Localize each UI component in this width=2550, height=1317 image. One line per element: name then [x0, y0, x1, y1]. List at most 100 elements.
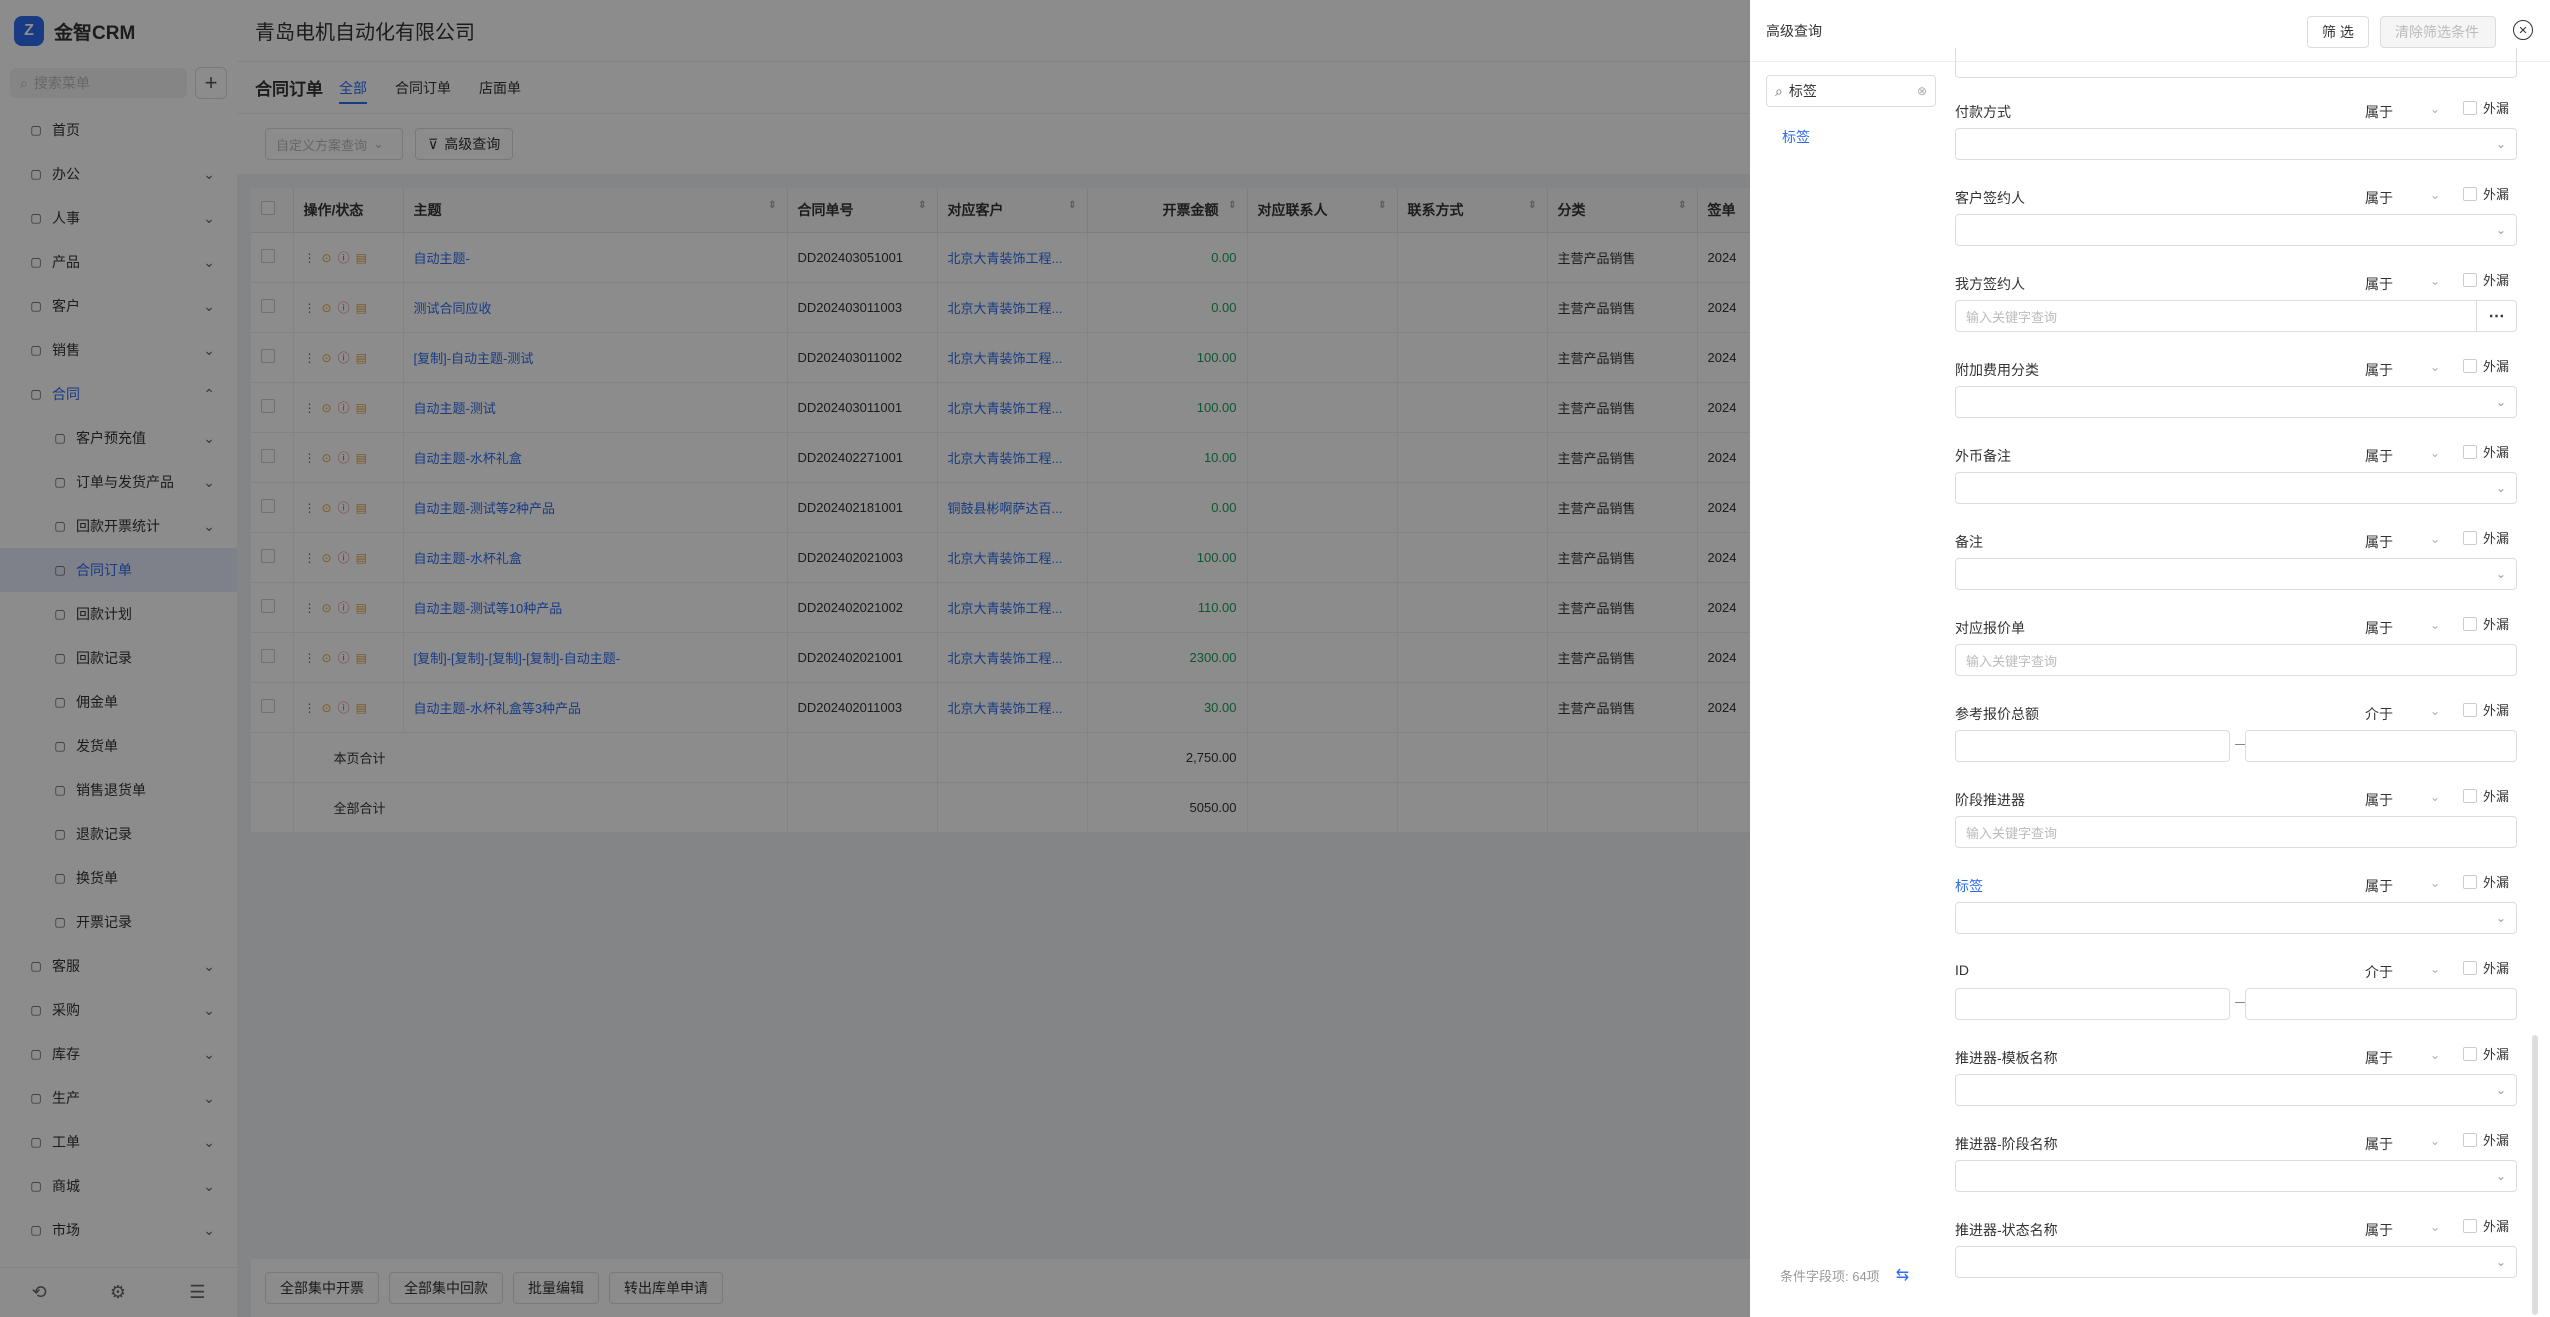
include-empty-checkbox[interactable]: 外漏: [2463, 1216, 2509, 1235]
operator-select[interactable]: 属于 ⌄: [2365, 1048, 2440, 1068]
filter-value-input[interactable]: 输入关键字查询 ⋯: [1955, 300, 2517, 332]
operator-select[interactable]: 属于 ⌄: [2365, 274, 2440, 294]
filter-label: 我方签约人: [1955, 276, 2025, 292]
include-empty-checkbox[interactable]: 外漏: [2463, 700, 2509, 719]
more-options-icon[interactable]: ⋯: [2476, 301, 2516, 331]
filter-field: 备注 属于 ⌄ 外漏 ⌄: [1955, 512, 2517, 598]
filter-field: 推进器-状态名称 属于 ⌄ 外漏 ⌄: [1955, 1200, 2517, 1286]
operator-select[interactable]: 介于 ⌄: [2365, 962, 2440, 982]
filter-label: 推进器-模板名称: [1955, 1050, 2058, 1066]
include-empty-checkbox[interactable]: 外漏: [2463, 184, 2509, 203]
filter-value-input[interactable]: ⌄: [1955, 1074, 2517, 1106]
filter-field: 推进器-模板名称 属于 ⌄ 外漏 ⌄: [1955, 1028, 2517, 1114]
filter-value-input[interactable]: ⌄: [1955, 472, 2517, 504]
range-max-input[interactable]: [2245, 730, 2517, 762]
chevron-down-icon: ⌄: [2430, 790, 2441, 804]
drawer-title: 高级查询: [1766, 22, 1822, 39]
filter-field: 标签 属于 ⌄ 外漏 ⌄: [1955, 856, 2517, 942]
field-count: 条件字段项: 64项: [1780, 1268, 1880, 1284]
include-empty-checkbox[interactable]: 外漏: [2463, 1044, 2509, 1063]
filter-value-input[interactable]: ⌄: [1955, 128, 2517, 160]
operator-select[interactable]: 属于 ⌄: [2365, 1134, 2440, 1154]
chevron-down-icon: ⌄: [2430, 446, 2441, 460]
filter-field: ID 介于 ⌄ 外漏: [1955, 942, 2517, 1028]
filter-label: 阶段推进器: [1955, 792, 2025, 808]
chevron-down-icon: ⌄: [2430, 274, 2441, 288]
chevron-down-icon: ⌄: [2495, 911, 2506, 925]
operator-select[interactable]: 介于 ⌄: [2365, 704, 2440, 724]
filter-label: 推进器-阶段名称: [1955, 1136, 2058, 1152]
operator-select[interactable]: 属于 ⌄: [2365, 446, 2440, 466]
chevron-down-icon: ⌄: [2495, 223, 2506, 237]
operator-select[interactable]: 属于 ⌄: [2365, 1220, 2440, 1240]
include-empty-checkbox[interactable]: 外漏: [2463, 786, 2509, 805]
filter-button[interactable]: 筛 选: [2307, 16, 2369, 48]
filter-value-input[interactable]: ⌄: [1955, 558, 2517, 590]
chevron-down-icon: ⌄: [2430, 704, 2441, 718]
filter-value-input[interactable]: 输入关键字查询: [1955, 816, 2517, 848]
chevron-down-icon: ⌄: [2495, 1083, 2506, 1097]
filter-label: 付款方式: [1955, 104, 2011, 120]
filter-field: 我方签约人 属于 ⌄ 外漏输入关键字查询 ⋯: [1955, 254, 2517, 340]
chevron-down-icon: ⌄: [2495, 395, 2506, 409]
chevron-down-icon: ⌄: [2430, 188, 2441, 202]
chevron-down-icon: ⌄: [2430, 1134, 2441, 1148]
filter-field: 客户签约人 属于 ⌄ 外漏 ⌄: [1955, 168, 2517, 254]
filter-fields: 付款方式 属于 ⌄ 外漏 ⌄ 客户签约人 属于 ⌄ 外漏 ⌄ 我方签约人 属于 ⌄ 外漏 输入关键字查询 ⋯ 附…: [1955, 48, 2517, 1286]
filter-label: 客户签约人: [1955, 190, 2025, 206]
filter-value-input[interactable]: ⌄: [1955, 214, 2517, 246]
filter-value-input[interactable]: ⌄: [1955, 1246, 2517, 1278]
filter-value-input[interactable]: ⌄: [1955, 902, 2517, 934]
include-empty-checkbox[interactable]: 外漏: [2463, 356, 2509, 375]
filter-field: 参考报价总额 介于 ⌄ 外漏: [1955, 684, 2517, 770]
operator-select[interactable]: 属于 ⌄: [2365, 102, 2440, 122]
chevron-down-icon: ⌄: [2430, 532, 2441, 546]
chevron-down-icon: ⌄: [2430, 360, 2441, 374]
include-empty-checkbox[interactable]: 外漏: [2463, 98, 2509, 117]
filter-field: 附加费用分类 属于 ⌄ 外漏 ⌄: [1955, 340, 2517, 426]
operator-select[interactable]: 属于 ⌄: [2365, 360, 2440, 380]
filter-label: 参考报价总额: [1955, 706, 2039, 722]
modal-overlay[interactable]: [0, 0, 1750, 1317]
include-empty-checkbox[interactable]: 外漏: [2463, 872, 2509, 891]
filter-field: 对应报价单 属于 ⌄ 外漏输入关键字查询: [1955, 598, 2517, 684]
include-empty-checkbox[interactable]: 外漏: [2463, 614, 2509, 633]
clear-filters-button[interactable]: 清除筛选条件: [2380, 16, 2496, 48]
filter-label: 附加费用分类: [1955, 362, 2039, 378]
chevron-down-icon: ⌄: [2430, 1048, 2441, 1062]
advanced-query-drawer: 高级查询 筛 选 清除筛选条件 ✕ ⌕ 标签 ⊗ 标签 付款方式 属于 ⌄ 外漏 ⌄ 客户…: [1750, 0, 2550, 1317]
chevron-down-icon: ⌄: [2430, 618, 2441, 632]
chevron-down-icon: ⌄: [2495, 567, 2506, 581]
field-result-tag[interactable]: 标签: [1766, 127, 1936, 147]
include-empty-checkbox[interactable]: 外漏: [2463, 1130, 2509, 1149]
include-empty-checkbox[interactable]: 外漏: [2463, 270, 2509, 289]
filter-field: 付款方式 属于 ⌄ 外漏 ⌄: [1955, 82, 2517, 168]
scrollbar[interactable]: [2532, 1035, 2538, 1315]
include-empty-checkbox[interactable]: 外漏: [2463, 442, 2509, 461]
operator-select[interactable]: 属于 ⌄: [2365, 532, 2440, 552]
field-settings-icon[interactable]: ⇆: [1896, 1265, 1909, 1285]
filter-field: 阶段推进器 属于 ⌄ 外漏输入关键字查询: [1955, 770, 2517, 856]
filter-value-input[interactable]: ⌄: [1955, 386, 2517, 418]
clear-icon[interactable]: ⊗: [1917, 84, 1927, 98]
filter-field: 外币备注 属于 ⌄ 外漏 ⌄: [1955, 426, 2517, 512]
filter-label: 备注: [1955, 534, 1983, 550]
close-icon[interactable]: ✕: [2513, 20, 2533, 40]
operator-select[interactable]: 属于 ⌄: [2365, 790, 2440, 810]
filter-label: 对应报价单: [1955, 620, 2025, 636]
chevron-down-icon: ⌄: [2430, 1220, 2441, 1234]
operator-select[interactable]: 属于 ⌄: [2365, 188, 2440, 208]
range-max-input[interactable]: [2245, 988, 2517, 1020]
operator-select[interactable]: 属于 ⌄: [2365, 618, 2440, 638]
range-min-input[interactable]: [1955, 730, 2230, 762]
range-min-input[interactable]: [1955, 988, 2230, 1020]
field-search-input[interactable]: ⌕ 标签 ⊗: [1766, 75, 1936, 107]
include-empty-checkbox[interactable]: 外漏: [2463, 528, 2509, 547]
chevron-down-icon: ⌄: [2495, 137, 2506, 151]
filter-value-input[interactable]: 输入关键字查询: [1955, 644, 2517, 676]
filter-label: ID: [1955, 962, 1969, 978]
chevron-down-icon: ⌄: [2430, 962, 2441, 976]
filter-value-input[interactable]: ⌄: [1955, 1160, 2517, 1192]
operator-select[interactable]: 属于 ⌄: [2365, 876, 2440, 896]
include-empty-checkbox[interactable]: 外漏: [2463, 958, 2509, 977]
